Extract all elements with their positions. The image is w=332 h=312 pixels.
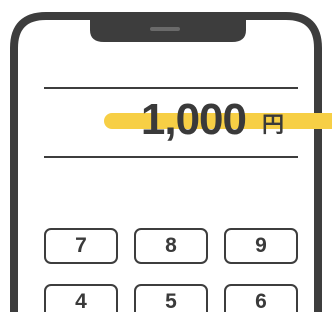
key-6[interactable]: 6 bbox=[224, 284, 298, 312]
amount-display: 1,000 円 bbox=[44, 95, 332, 152]
phone-illustration: 1,000 円 7 8 9 4 5 6 bbox=[0, 0, 332, 312]
phone-body-outline bbox=[10, 12, 322, 312]
key-5[interactable]: 5 bbox=[134, 284, 208, 312]
key-9[interactable]: 9 bbox=[224, 228, 298, 264]
amount-value: 1,000 bbox=[140, 95, 247, 144]
speaker-slot bbox=[150, 27, 180, 31]
phone-frame bbox=[10, 12, 322, 312]
key-4[interactable]: 4 bbox=[44, 284, 118, 312]
currency-unit: 円 bbox=[261, 113, 284, 138]
key-8[interactable]: 8 bbox=[134, 228, 208, 264]
key-7[interactable]: 7 bbox=[44, 228, 118, 264]
